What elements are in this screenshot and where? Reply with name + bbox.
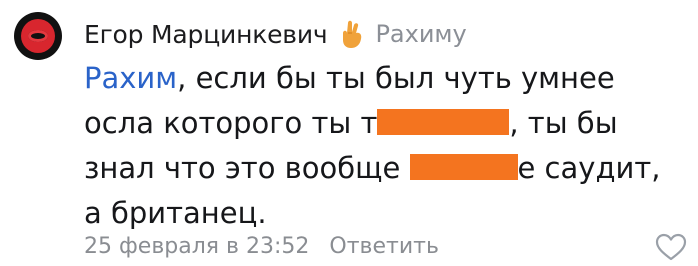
crossed-fingers-icon (339, 19, 365, 49)
redaction-box (377, 109, 510, 135)
text-segment: е саудит, (517, 151, 661, 185)
comment-date: 25 февраля в 23:52 (84, 233, 310, 259)
text-segment: осла которого ты т (84, 106, 378, 140)
avatar-ring (21, 19, 55, 53)
text-line-2: осла которого ты т , ты бы (84, 101, 684, 146)
comment-header: Егор Марцинкевич Рахиму (84, 14, 467, 54)
heart-outline-icon[interactable] (654, 232, 688, 262)
redaction-box (409, 154, 518, 180)
text-segment: а британец. (84, 196, 267, 230)
text-segment: , ты бы (509, 106, 618, 140)
text-segment: , если бы ты был чуть умнее (177, 61, 615, 95)
comment-footer: 25 февраля в 23:52 Ответить (84, 229, 439, 263)
mention-link[interactable]: Рахим (84, 61, 177, 95)
comment-text: Рахим, если бы ты был чуть умнее осла ко… (84, 56, 684, 236)
avatar-eye (28, 30, 48, 42)
avatar[interactable] (14, 12, 62, 60)
text-line-3: знал что это вообще е саудит, (84, 146, 684, 191)
text-line-1: Рахим, если бы ты был чуть умнее (84, 56, 684, 101)
text-segment: знал что это вообще (84, 151, 410, 185)
author-name[interactable]: Егор Марцинкевич (84, 20, 328, 49)
reply-button[interactable]: Ответить (329, 234, 439, 259)
reply-to-name[interactable]: Рахиму (375, 20, 466, 48)
